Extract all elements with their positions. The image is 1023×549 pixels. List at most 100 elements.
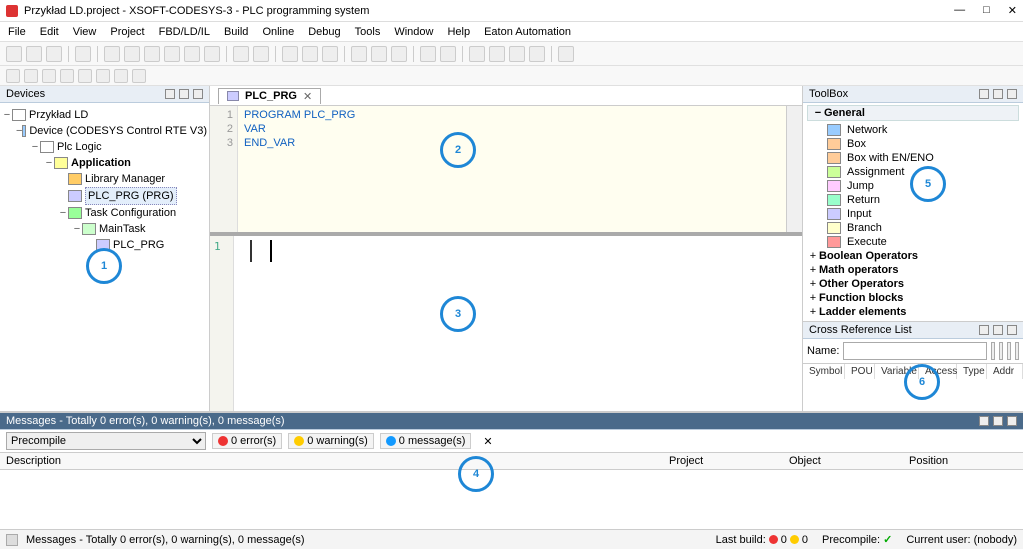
tree-plc-prg[interactable]: PLC_PRG (PRG) bbox=[85, 187, 177, 205]
toolbar-login-icon[interactable] bbox=[371, 46, 387, 62]
tool-jump[interactable]: Jump bbox=[807, 179, 1019, 193]
toolbox-category-math[interactable]: +Math operators bbox=[807, 263, 1019, 277]
messages-col-project[interactable]: Project bbox=[663, 453, 783, 469]
ld-toolbar-icon[interactable] bbox=[24, 69, 38, 83]
toolbox-category-other[interactable]: +Other Operators bbox=[807, 277, 1019, 291]
crossref-col-pou[interactable]: POU bbox=[845, 364, 875, 379]
crossref-search-button[interactable] bbox=[999, 342, 1003, 360]
toolbar-step-over-icon[interactable] bbox=[469, 46, 485, 62]
panel-dropdown-icon[interactable] bbox=[165, 89, 175, 99]
ld-toolbar-icon[interactable] bbox=[78, 69, 92, 83]
tool-assignment[interactable]: Assignment bbox=[807, 165, 1019, 179]
tree-device[interactable]: Device (CODESYS Control RTE V3) bbox=[29, 123, 207, 139]
toolbox-category-ladder[interactable]: +Ladder elements bbox=[807, 305, 1019, 319]
menu-help[interactable]: Help bbox=[447, 26, 470, 38]
ld-toolbar-icon[interactable] bbox=[42, 69, 56, 83]
toolbar-paste-icon[interactable] bbox=[184, 46, 200, 62]
tool-network[interactable]: Network bbox=[807, 123, 1019, 137]
toolbar-print-icon[interactable] bbox=[75, 46, 91, 62]
toolbar-build-icon[interactable] bbox=[351, 46, 367, 62]
tool-execute[interactable]: Execute bbox=[807, 235, 1019, 249]
toolbar-logout-icon[interactable] bbox=[391, 46, 407, 62]
messages-clear-button[interactable]: ✕ bbox=[477, 435, 498, 448]
crossref-go-button[interactable] bbox=[991, 342, 995, 360]
ld-toolbar-icon[interactable] bbox=[114, 69, 128, 83]
declaration-editor[interactable]: 1 2 3 PROGRAM PLC_PRG VAR END_VAR bbox=[210, 106, 802, 236]
toolbar-bookmark-next-icon[interactable] bbox=[302, 46, 318, 62]
toolbar-bookmark-prev-icon[interactable] bbox=[322, 46, 338, 62]
status-messages-icon[interactable] bbox=[6, 534, 18, 546]
tool-input[interactable]: Input bbox=[807, 207, 1019, 221]
menu-eaton-automation[interactable]: Eaton Automation bbox=[484, 26, 571, 38]
device-tree[interactable]: −Przykład LD −Device (CODESYS Control RT… bbox=[0, 103, 209, 257]
toolbar-delete-icon[interactable] bbox=[204, 46, 220, 62]
menu-file[interactable]: File bbox=[8, 26, 26, 38]
toolbar-misc-icon[interactable] bbox=[558, 46, 574, 62]
toolbar-open-icon[interactable] bbox=[26, 46, 42, 62]
window-minimize-button[interactable]: — bbox=[954, 4, 965, 17]
crossref-col-type[interactable]: Type bbox=[957, 364, 987, 379]
code-text[interactable]: PROGRAM PLC_PRG VAR END_VAR bbox=[238, 106, 361, 232]
toolbox-category-boolean[interactable]: +Boolean Operators bbox=[807, 249, 1019, 263]
menu-debug[interactable]: Debug bbox=[308, 26, 340, 38]
toolbox-category-fb[interactable]: +Function blocks bbox=[807, 291, 1019, 305]
panel-close-icon[interactable] bbox=[1007, 89, 1017, 99]
panel-dropdown-icon[interactable] bbox=[979, 416, 989, 426]
editor-sidebar[interactable] bbox=[786, 106, 802, 232]
tree-project[interactable]: Przykład LD bbox=[29, 107, 88, 123]
crossref-clear-button[interactable] bbox=[1015, 342, 1019, 360]
ld-toolbar-icon[interactable] bbox=[132, 69, 146, 83]
messages-col-description[interactable]: Description bbox=[0, 453, 663, 469]
messages-col-position[interactable]: Position bbox=[903, 453, 1023, 469]
tool-return[interactable]: Return bbox=[807, 193, 1019, 207]
messages-messages-button[interactable]: 0 message(s) bbox=[380, 433, 472, 449]
panel-pin-icon[interactable] bbox=[179, 89, 189, 99]
tool-box-en-eno[interactable]: Box with EN/ENO bbox=[807, 151, 1019, 165]
menu-project[interactable]: Project bbox=[110, 26, 144, 38]
panel-close-icon[interactable] bbox=[193, 89, 203, 99]
crossref-col-access[interactable]: Access bbox=[919, 364, 957, 379]
status-messages-text[interactable]: Messages - Totally 0 error(s), 0 warning… bbox=[26, 534, 305, 546]
menu-tools[interactable]: Tools bbox=[355, 26, 381, 38]
toolbar-step-out-icon[interactable] bbox=[509, 46, 525, 62]
crossref-col-variable[interactable]: Variable bbox=[875, 364, 919, 379]
messages-col-object[interactable]: Object bbox=[783, 453, 903, 469]
messages-category-select[interactable]: Precompile bbox=[6, 432, 206, 450]
toolbar-run-icon[interactable] bbox=[420, 46, 436, 62]
toolbar-find-icon[interactable] bbox=[233, 46, 249, 62]
panel-dropdown-icon[interactable] bbox=[979, 89, 989, 99]
ld-toolbar-icon[interactable] bbox=[96, 69, 110, 83]
tree-application[interactable]: Application bbox=[71, 155, 131, 171]
toolbar-bookmark-icon[interactable] bbox=[282, 46, 298, 62]
toolbar-redo-icon[interactable] bbox=[124, 46, 140, 62]
tab-plc-prg[interactable]: PLC_PRG ✕ bbox=[218, 88, 321, 104]
menu-window[interactable]: Window bbox=[394, 26, 433, 38]
menu-fbd-ld-il[interactable]: FBD/LD/IL bbox=[159, 26, 210, 38]
toolbar-copy-icon[interactable] bbox=[164, 46, 180, 62]
toolbar-save-icon[interactable] bbox=[46, 46, 62, 62]
menu-edit[interactable]: Edit bbox=[40, 26, 59, 38]
crossref-name-input[interactable] bbox=[843, 342, 987, 360]
tree-task-config[interactable]: Task Configuration bbox=[85, 205, 176, 221]
crossref-col-symbol[interactable]: Symbol bbox=[803, 364, 845, 379]
toolbar-stop-icon[interactable] bbox=[440, 46, 456, 62]
toolbar-breakpoint-icon[interactable] bbox=[529, 46, 545, 62]
panel-pin-icon[interactable] bbox=[993, 416, 1003, 426]
menu-view[interactable]: View bbox=[73, 26, 97, 38]
toolbar-cut-icon[interactable] bbox=[144, 46, 160, 62]
panel-pin-icon[interactable] bbox=[993, 325, 1003, 335]
menu-build[interactable]: Build bbox=[224, 26, 248, 38]
ld-toolbar-icon[interactable] bbox=[60, 69, 74, 83]
panel-close-icon[interactable] bbox=[1007, 325, 1017, 335]
toolbar-findnext-icon[interactable] bbox=[253, 46, 269, 62]
crossref-col-addr[interactable]: Addr bbox=[987, 364, 1023, 379]
messages-errors-button[interactable]: 0 error(s) bbox=[212, 433, 282, 449]
panel-dropdown-icon[interactable] bbox=[979, 325, 989, 335]
ladder-editor[interactable]: 1 bbox=[210, 236, 802, 411]
toolbox-category-general[interactable]: −General bbox=[807, 105, 1019, 121]
toolbar-new-icon[interactable] bbox=[6, 46, 22, 62]
tree-maintask[interactable]: MainTask bbox=[99, 221, 145, 237]
panel-close-icon[interactable] bbox=[1007, 416, 1017, 426]
crossref-filter-button[interactable] bbox=[1007, 342, 1011, 360]
tree-plc-logic[interactable]: Plc Logic bbox=[57, 139, 102, 155]
